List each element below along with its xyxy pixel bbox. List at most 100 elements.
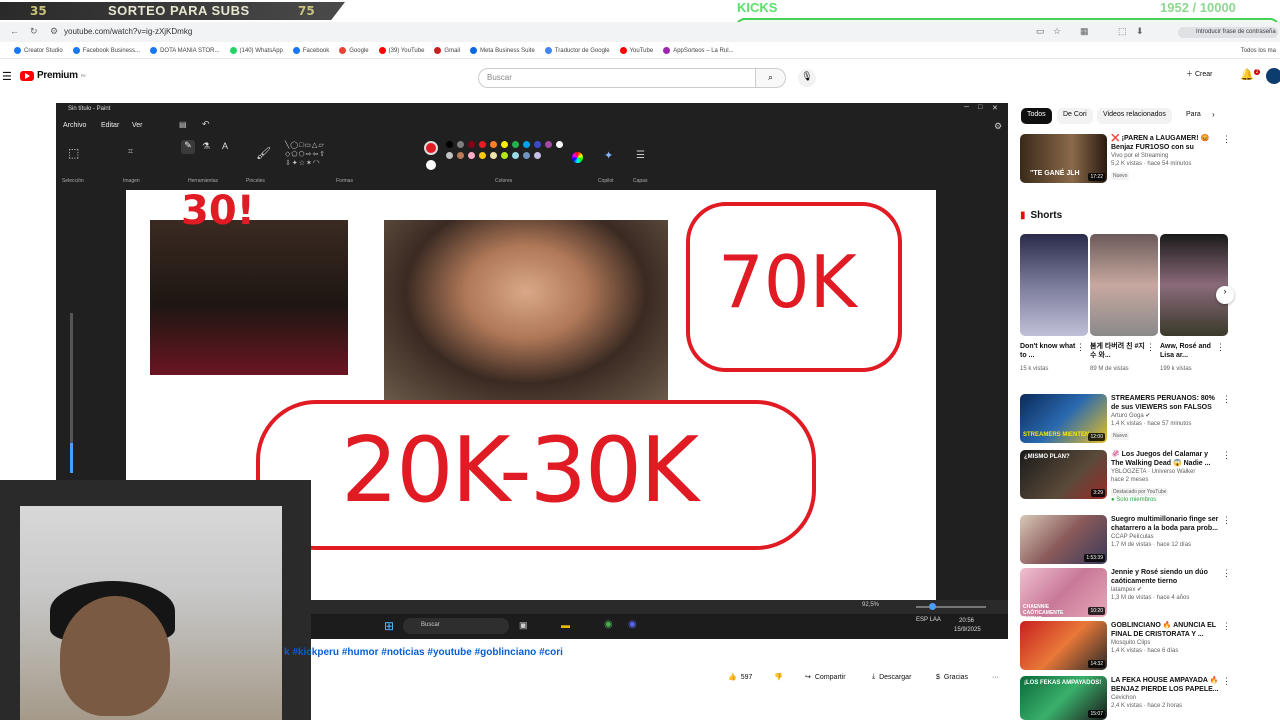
video-thumbnail[interactable]: 14:32 (1020, 621, 1107, 670)
bookmark-star-icon[interactable]: ☆ (1053, 26, 1061, 37)
taskbar-search[interactable]: Buscar (403, 618, 509, 634)
clock-time[interactable]: 20:56 (959, 618, 974, 624)
bookmark-item[interactable]: Gmail (434, 47, 460, 54)
more-options-icon[interactable]: ⋮ (1216, 342, 1225, 353)
bookmark-item[interactable]: AppSorteos – La Rul... (663, 47, 734, 54)
video-thumbnail[interactable]: 1:53:39 (1020, 515, 1107, 564)
avatar[interactable] (1266, 68, 1280, 84)
bookmark-item[interactable]: Google (339, 47, 369, 54)
chip-related[interactable]: Videos relacionados (1097, 108, 1172, 124)
all-bookmarks[interactable]: Todos los ma (1241, 48, 1276, 54)
bookmark-item[interactable]: Facebook (292, 47, 329, 54)
file-explorer-icon[interactable]: ▬ (561, 620, 570, 630)
site-info-icon[interactable]: ⚙ (50, 26, 58, 37)
video-info[interactable]: GOBLINCIANO 🔥 ANUNCIA EL FINAL DE CRISTO… (1111, 621, 1219, 655)
search-button[interactable]: ⌕ (756, 68, 786, 88)
more-options-icon[interactable]: ⋮ (1222, 621, 1231, 632)
thanks-button[interactable]: $ Gracias (936, 668, 981, 686)
download-icon[interactable]: ⬇ (1136, 26, 1144, 37)
edit-colors-icon[interactable] (572, 152, 583, 163)
copilot-icon[interactable]: ✦ (604, 149, 613, 162)
zoom-slider[interactable] (916, 606, 986, 608)
table-row[interactable]: STREAMERS MIENTEN 12:00 (1020, 394, 1107, 443)
like-button[interactable]: 👍 597 (728, 668, 768, 686)
bookmark-item[interactable]: (39) YouTube (378, 47, 424, 54)
password-pill[interactable]: Introducir frase de contraseña (1178, 27, 1278, 38)
more-options-icon[interactable]: ⋮ (1222, 568, 1231, 579)
video-info[interactable]: Suegro multimillonario finge ser chatarr… (1111, 515, 1219, 549)
more-options-icon[interactable]: ⋮ (1222, 515, 1231, 526)
short-title[interactable]: Aww, Rosé and Lisa ar... (1160, 342, 1216, 360)
chrome-icon[interactable]: ◉ (604, 619, 613, 630)
url-field[interactable]: youtube.com/watch?v=ig-zXjKDmkg (64, 27, 192, 36)
video-thumbnail[interactable]: ¡LOS FEKAS AMPAYADOS! 15:07 (1020, 676, 1107, 720)
discord-icon[interactable]: ◉ (628, 619, 637, 630)
table-row[interactable]: 1:53:39 (1020, 515, 1107, 564)
video-thumbnail[interactable]: STREAMERS MIENTEN 12:00 (1020, 394, 1107, 443)
table-row[interactable]: ¡LOS FEKAS AMPAYADOS! 15:07 (1020, 676, 1107, 720)
color-palette[interactable] (446, 141, 571, 159)
extension-icon[interactable]: ▦ (1080, 26, 1089, 37)
brush-icon[interactable]: 🖌 (256, 146, 271, 160)
download-button[interactable]: ⤓ Descargar (872, 668, 927, 686)
save-icon[interactable]: ▤ (179, 120, 187, 129)
shapes-grid[interactable]: ╲◯□▭△▱ ◇⬠⬡⇨⇦⇧ ⇩✦☆✶◜◝ (285, 141, 355, 171)
more-options-icon[interactable]: ⋮ (1222, 394, 1231, 405)
video-thumbnail[interactable]: CHAENNIE CAÓTICAMENTE TIERNO 10:20 (1020, 568, 1107, 622)
table-row[interactable]: CHAENNIE CAÓTICAMENTE TIERNO 10:20 (1020, 568, 1107, 622)
menu-icon[interactable]: ☰ (2, 70, 12, 83)
undo-icon[interactable]: ↶ (202, 119, 210, 130)
short-title[interactable]: Don't know what to ... (1020, 342, 1076, 360)
chevron-right-icon[interactable]: › (1212, 110, 1215, 119)
short-title[interactable]: 봄게 타버려 친 #지수 와... (1090, 342, 1146, 360)
mic-icon[interactable]: 🎙 (798, 69, 816, 87)
bookmark-item[interactable]: (140) WhatsApp (229, 47, 283, 54)
more-actions-button[interactable]: ··· (992, 668, 1006, 686)
video-info[interactable]: LA FEKA HOUSE AMPAYADA 🔥 BENJAZ PIERDE L… (1111, 676, 1219, 710)
video-thumbnail[interactable]: "TE GANÉ JLH 17:22 (1020, 134, 1107, 183)
task-view-icon[interactable]: ▣ (519, 620, 528, 631)
short-thumbnail[interactable] (1090, 234, 1158, 336)
bookmark-item[interactable]: DOTA MANIA STOR... (150, 47, 220, 54)
reload-icon[interactable]: ↻ (30, 26, 38, 37)
cast-icon[interactable]: ▭ (1036, 26, 1045, 37)
short-thumbnail[interactable] (1020, 234, 1088, 336)
windows-start-icon[interactable]: ⊞ (384, 619, 394, 633)
share-button[interactable]: ↪ Compartir (805, 668, 863, 686)
chip-para[interactable]: Para (1180, 108, 1207, 124)
table-row[interactable]: ¿MISMO PLAN? 3:29 (1020, 450, 1107, 499)
clock-date[interactable]: 15/9/2025 (954, 627, 981, 633)
bookmark-item[interactable]: Creator Studio (14, 47, 63, 54)
shorts-next-icon[interactable]: › (1216, 286, 1234, 304)
bookmark-item[interactable]: YouTube (619, 47, 653, 54)
search-input[interactable]: Buscar (478, 68, 756, 88)
dislike-button[interactable]: 👎 (774, 668, 788, 686)
video-info[interactable]: 🦑 Los Juegos del Calamar y The Walking D… (1111, 450, 1219, 504)
video-info[interactable]: ❌ ¡PAREN a LAUGAMER! 😡 Benjaz FUR1OSO co… (1111, 134, 1219, 180)
menu-archivo[interactable]: Archivo (63, 122, 86, 129)
zoom-thumb[interactable] (929, 603, 936, 610)
youtube-logo[interactable]: Premium PE (20, 70, 86, 81)
color2-swatch[interactable] (426, 160, 436, 170)
more-options-icon[interactable]: ⋮ (1076, 342, 1085, 353)
bell-icon[interactable]: 🔔 2 (1240, 68, 1261, 81)
video-hashtags[interactable]: k #kickperu #humor #noticias #youtube #g… (284, 647, 563, 658)
bookmark-item[interactable]: Facebook Business... (72, 47, 140, 54)
more-options-icon[interactable]: ⋮ (1222, 450, 1231, 461)
more-options-icon[interactable]: ⋮ (1222, 676, 1231, 687)
more-options-icon[interactable]: ⋮ (1146, 342, 1155, 353)
extensions-icon[interactable]: ⬚ (1118, 26, 1127, 37)
close-icon[interactable]: ✕ (992, 104, 998, 112)
short-thumbnail[interactable] (1160, 234, 1228, 336)
settings-icon[interactable]: ⚙ (994, 121, 1002, 132)
layers-icon[interactable]: ☰ (636, 150, 645, 161)
color1-swatch[interactable] (424, 141, 438, 155)
minimize-icon[interactable]: ─ (964, 104, 969, 111)
pencil-icon[interactable]: ✎ (181, 140, 195, 154)
text-icon[interactable]: A (222, 141, 228, 151)
menu-ver[interactable]: Ver (132, 122, 143, 129)
video-thumbnail[interactable]: ¿MISMO PLAN? 3:29 (1020, 450, 1107, 499)
chip-todos[interactable]: Todos (1021, 108, 1052, 124)
create-button[interactable]: ＋ Crear (1186, 69, 1212, 79)
list-item[interactable]: "TE GANÉ JLH 17:22 (1020, 134, 1107, 183)
